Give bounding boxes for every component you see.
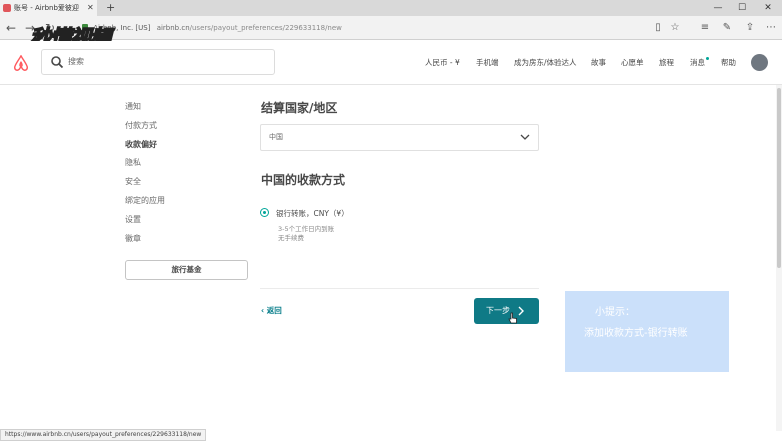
address-bar-row: ← → ↻ Airbnb, Inc. [US] airbnb.cn/users/… bbox=[0, 16, 782, 40]
bank-transfer-option-label[interactable]: 银行转账，CNY（¥） bbox=[276, 208, 349, 219]
travel-credit-button[interactable]: 旅行基金 bbox=[125, 260, 248, 280]
chevron-down-icon bbox=[520, 134, 530, 140]
tip-overlay: 小提示： 添加收款方式-银行转账 bbox=[565, 291, 729, 372]
next-step-button[interactable]: 下一步 bbox=[474, 298, 539, 324]
tab-close-icon[interactable]: ✕ bbox=[87, 0, 94, 16]
new-tab-button[interactable]: + bbox=[106, 0, 115, 15]
browser-tab-bar: 账号 - Airbnb爱彼迎 ✕ + — ☐ ✕ bbox=[0, 0, 782, 16]
airbnb-favicon-icon bbox=[3, 4, 11, 12]
hub-icon[interactable]: ≡ bbox=[697, 20, 713, 36]
minimize-button[interactable]: — bbox=[706, 0, 730, 16]
scrollbar-thumb[interactable] bbox=[777, 88, 781, 268]
url-field[interactable]: Airbnb, Inc. [US] airbnb.cn/users/payout… bbox=[82, 20, 642, 36]
share-icon[interactable]: ⇪ bbox=[742, 20, 758, 36]
country-select[interactable]: 中国 bbox=[260, 124, 539, 151]
sidebar-item-privacy[interactable]: 隐私 bbox=[125, 157, 141, 168]
tab-title: 账号 - Airbnb爱彼迎 bbox=[14, 4, 79, 12]
url-path: /users/payout_preferences/229633118/new bbox=[189, 24, 342, 32]
sidebar-item-notifications[interactable]: 通知 bbox=[125, 101, 141, 112]
stories-menu[interactable]: 故事 bbox=[591, 41, 606, 85]
search-placeholder: 搜索 bbox=[68, 57, 84, 66]
become-host-menu[interactable]: 成为房东/体验达人 bbox=[514, 41, 577, 85]
country-select-value: 中国 bbox=[269, 133, 283, 141]
reading-view-icon[interactable]: ▯ bbox=[650, 20, 666, 36]
divider bbox=[260, 288, 539, 289]
sidebar-item-payment-methods[interactable]: 付款方式 bbox=[125, 120, 157, 131]
messages-menu[interactable]: 消息 bbox=[690, 41, 705, 85]
next-step-label: 下一步 bbox=[486, 306, 510, 315]
back-link[interactable]: ‹ 返回 bbox=[261, 305, 282, 316]
search-box[interactable]: 搜索 bbox=[41, 49, 275, 75]
option-fee: 无手续费 bbox=[278, 234, 304, 242]
maximize-button[interactable]: ☐ bbox=[730, 0, 754, 16]
url-domain: airbnb.cn bbox=[156, 24, 190, 32]
hand-cursor-icon bbox=[508, 312, 517, 324]
sidebar-item-connected-apps[interactable]: 绑定的应用 bbox=[125, 195, 165, 206]
help-menu[interactable]: 帮助 bbox=[721, 41, 736, 85]
airbnb-logo-icon[interactable] bbox=[12, 54, 30, 72]
avatar[interactable] bbox=[751, 54, 768, 71]
payout-methods-heading: 中国的收款方式 bbox=[261, 173, 346, 187]
status-bar-url: https://www.airbnb.cn/users/payout_prefe… bbox=[0, 429, 207, 441]
web-note-icon[interactable]: ✎ bbox=[719, 20, 735, 36]
back-link-label: 返回 bbox=[266, 306, 282, 315]
mobile-menu[interactable]: 手机端 bbox=[476, 41, 499, 85]
trips-menu[interactable]: 旅程 bbox=[659, 41, 674, 85]
wishlist-menu[interactable]: 心愿单 bbox=[621, 41, 644, 85]
message-notification-dot bbox=[706, 57, 709, 60]
back-arrow-icon[interactable]: ← bbox=[3, 20, 19, 36]
tip-text: 添加收款方式-银行转账 bbox=[584, 328, 688, 339]
search-icon bbox=[51, 56, 64, 69]
sidebar-item-badges[interactable]: 徽章 bbox=[125, 233, 141, 244]
country-heading: 结算国家/地区 bbox=[261, 101, 338, 115]
chevron-right-icon bbox=[518, 306, 524, 316]
site-header: 搜索 人民币 - ¥ 手机端 成为房东/体验达人 故事 心愿单 旅程 消息 帮助 bbox=[0, 41, 782, 85]
favorite-star-icon[interactable]: ☆ bbox=[667, 20, 683, 36]
browser-tab[interactable]: 账号 - Airbnb爱彼迎 bbox=[0, 0, 97, 16]
sidebar-item-security[interactable]: 安全 bbox=[125, 176, 141, 187]
sidebar-item-payout-preferences[interactable]: 收款偏好 bbox=[125, 139, 157, 150]
sidebar-item-settings[interactable]: 设置 bbox=[125, 214, 141, 225]
currency-menu[interactable]: 人民币 - ¥ bbox=[425, 41, 460, 85]
tip-title: 小提示： bbox=[595, 307, 635, 318]
close-window-button[interactable]: ✕ bbox=[756, 0, 780, 16]
more-options-icon[interactable]: ⋯ bbox=[763, 20, 779, 36]
bank-transfer-radio[interactable] bbox=[260, 208, 269, 217]
